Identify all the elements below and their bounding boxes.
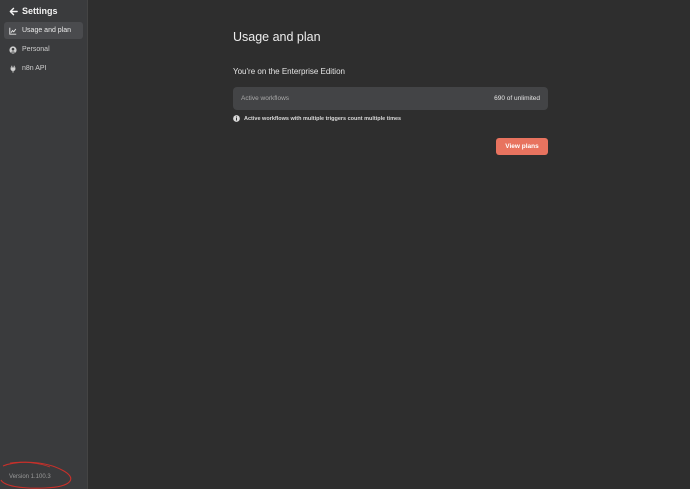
usage-label: Active workflows: [241, 95, 290, 102]
user-circle-icon: [8, 45, 17, 54]
sidebar-item-label: Usage and plan: [22, 27, 72, 34]
main-content: Usage and plan You're on the Enterprise …: [88, 0, 690, 489]
edition-text: You're on the Enterprise Edition: [233, 67, 345, 76]
sidebar-item-label: n8n API: [22, 65, 47, 72]
page-title: Usage and plan: [233, 30, 321, 44]
view-plans-button[interactable]: View plans: [496, 138, 548, 155]
chart-icon: [8, 26, 17, 35]
info-note: Active workflows with multiple triggers …: [233, 115, 401, 122]
usage-value: 690 of unlimited: [494, 95, 540, 102]
settings-nav: Usage and plan Personal n8n API: [4, 22, 83, 79]
settings-sidebar: Settings Usage and plan Personal n8n API…: [0, 0, 88, 489]
sidebar-item-usage-and-plan[interactable]: Usage and plan: [4, 22, 83, 39]
sidebar-header[interactable]: Settings: [8, 4, 58, 18]
sidebar-title: Settings: [22, 6, 58, 16]
app-window: Settings Usage and plan Personal n8n API…: [0, 0, 690, 489]
plug-icon: [8, 64, 17, 73]
sidebar-item-personal[interactable]: Personal: [4, 41, 83, 58]
active-workflows-card: Active workflows 690 of unlimited: [233, 87, 548, 110]
sidebar-item-label: Personal: [22, 46, 50, 53]
info-icon: [233, 115, 240, 122]
info-text: Active workflows with multiple triggers …: [244, 115, 402, 122]
sidebar-item-n8n-api[interactable]: n8n API: [4, 60, 83, 77]
version-label: Version 1.100.3: [9, 474, 51, 480]
arrow-left-icon[interactable]: [8, 6, 18, 16]
